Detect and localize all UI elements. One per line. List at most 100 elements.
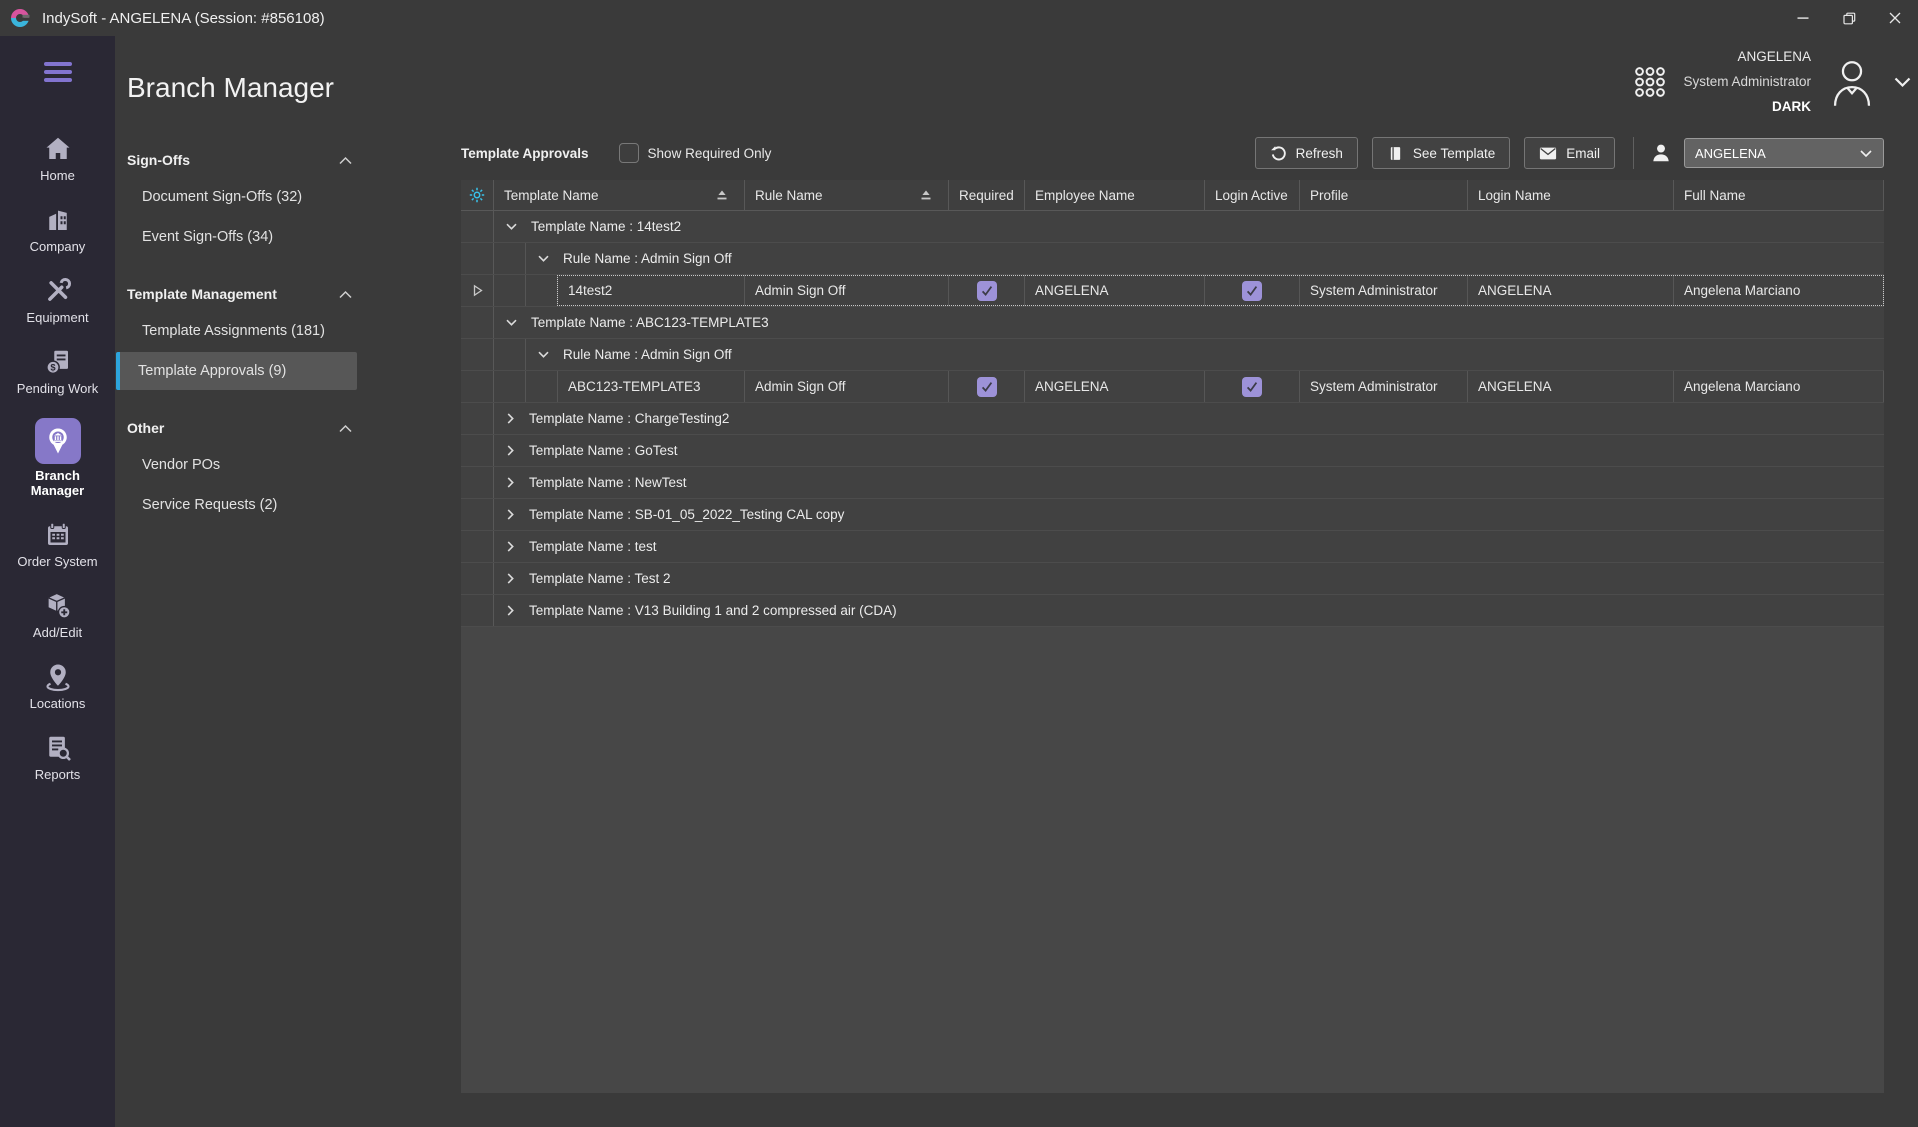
sidebar-item-reports[interactable]: Reports [0, 727, 115, 788]
data-row[interactable]: 14test2 Admin Sign Off ANGELENA System A… [461, 275, 1884, 307]
chevron-down-icon[interactable] [505, 221, 518, 232]
cell-profile[interactable]: System Administrator [1300, 275, 1468, 306]
section-header-sign-offs[interactable]: Sign-Offs [115, 144, 375, 176]
group-row-rule[interactable]: Rule Name : Admin Sign Off [461, 243, 1884, 275]
app-grid-icon[interactable] [1633, 65, 1667, 99]
nav-item-service-requests[interactable]: Service Requests (2) [116, 486, 357, 524]
checkbox-checked[interactable] [1242, 377, 1262, 397]
cell-full-name[interactable]: Angelena Marciano [1674, 275, 1884, 306]
column-header-full-name[interactable]: Full Name [1674, 180, 1884, 210]
section-header-other[interactable]: Other [115, 412, 375, 444]
restore-button[interactable] [1826, 0, 1872, 36]
column-header-login-active[interactable]: Login Active [1205, 180, 1300, 210]
group-row-template-collapsed[interactable]: Template Name : V13 Building 1 and 2 com… [461, 595, 1884, 627]
sidebar-item-company[interactable]: Company [0, 199, 115, 260]
user-menu-chevron-icon[interactable] [1893, 76, 1912, 88]
cell-template-name[interactable]: ABC123-TEMPLATE3 [558, 371, 745, 402]
home-icon [43, 134, 73, 164]
group-row-template-collapsed[interactable]: Template Name : test [461, 531, 1884, 563]
section-sign-offs: Sign-Offs Document Sign-Offs (32) Event … [115, 144, 375, 256]
user-role: System Administrator [1683, 69, 1811, 94]
sidebar-item-branch-manager[interactable]: Branch Manager [0, 412, 115, 504]
cell-login-name[interactable]: ANGELENA [1468, 275, 1674, 306]
group-row-template-collapsed[interactable]: Template Name : SB-01_05_2022_Testing CA… [461, 499, 1884, 531]
avatar[interactable] [1827, 56, 1877, 108]
section-template-management: Template Management Template Assignments… [115, 278, 375, 390]
see-template-button[interactable]: See Template [1372, 137, 1510, 169]
chevron-right-icon[interactable] [505, 572, 516, 585]
grid-options-cell[interactable] [461, 180, 494, 210]
cell-required[interactable] [949, 275, 1025, 306]
chevron-up-icon [338, 156, 353, 165]
cell-required[interactable] [949, 371, 1025, 402]
close-button[interactable] [1872, 0, 1918, 36]
chevron-right-icon[interactable] [505, 604, 516, 617]
sidebar-item-equipment[interactable]: Equipment [0, 270, 115, 331]
chevron-right-icon[interactable] [505, 476, 516, 489]
chevron-up-icon [338, 290, 353, 299]
chevron-down-icon[interactable] [537, 253, 550, 264]
sidebar-item-order-system[interactable]: Order System [0, 514, 115, 575]
sidebar-item-locations[interactable]: Locations [0, 656, 115, 717]
minimize-button[interactable] [1780, 0, 1826, 36]
template-approvals-grid: Template Name Rule Name Required Employe… [461, 180, 1884, 1093]
show-required-only-checkbox[interactable]: Show Required Only [619, 143, 772, 163]
nav-item-vendor-pos[interactable]: Vendor POs [116, 446, 357, 484]
column-header-required[interactable]: Required [949, 180, 1025, 210]
sun-marker-icon [468, 186, 486, 204]
column-header-template-name[interactable]: Template Name [494, 180, 745, 210]
section-other: Other Vendor POs Service Requests (2) [115, 412, 375, 524]
cell-login-active[interactable] [1205, 275, 1300, 306]
group-row-template-collapsed[interactable]: Template Name : Test 2 [461, 563, 1884, 595]
column-header-rule-name[interactable]: Rule Name [745, 180, 949, 210]
person-icon [1650, 142, 1672, 164]
toolbar-heading: Template Approvals [461, 146, 589, 161]
section-header-template-management[interactable]: Template Management [115, 278, 375, 310]
checkbox-unchecked[interactable] [619, 143, 639, 163]
chevron-right-icon[interactable] [505, 540, 516, 553]
cell-template-name[interactable]: 14test2 [558, 275, 745, 306]
chevron-up-icon [338, 424, 353, 433]
nav-item-template-assignments[interactable]: Template Assignments (181) [116, 312, 357, 350]
cell-login-active[interactable] [1205, 371, 1300, 402]
group-row-template-collapsed[interactable]: Template Name : ChargeTesting2 [461, 403, 1884, 435]
group-row-template[interactable]: Template Name : ABC123-TEMPLATE3 [461, 307, 1884, 339]
sidebar-item-add-edit[interactable]: Add/Edit [0, 585, 115, 646]
cell-login-name[interactable]: ANGELENA [1468, 371, 1674, 402]
cell-employee-name[interactable]: ANGELENA [1025, 275, 1205, 306]
nav-item-document-sign-offs[interactable]: Document Sign-Offs (32) [116, 178, 357, 216]
cell-employee-name[interactable]: ANGELENA [1025, 371, 1205, 402]
checkbox-checked[interactable] [977, 377, 997, 397]
column-header-login-name[interactable]: Login Name [1468, 180, 1674, 210]
checkbox-checked[interactable] [977, 281, 997, 301]
refresh-button[interactable]: Refresh [1255, 137, 1358, 169]
cell-full-name[interactable]: Angelena Marciano [1674, 371, 1884, 402]
chevron-right-icon[interactable] [505, 444, 516, 457]
cell-rule-name[interactable]: Admin Sign Off [745, 371, 949, 402]
email-button[interactable]: Email [1524, 137, 1615, 169]
chevron-right-icon[interactable] [505, 508, 516, 521]
chevron-down-icon[interactable] [537, 349, 550, 360]
main-sidebar: Home Company [0, 36, 115, 1127]
hamburger-menu-button[interactable] [0, 62, 115, 82]
group-row-rule[interactable]: Rule Name : Admin Sign Off [461, 339, 1884, 371]
group-row-template-collapsed[interactable]: Template Name : GoTest [461, 435, 1884, 467]
group-row-template[interactable]: Template Name : 14test2 [461, 211, 1884, 243]
sidebar-item-home[interactable]: Home [0, 128, 115, 189]
group-row-template-collapsed[interactable]: Template Name : NewTest [461, 467, 1884, 499]
chevron-down-icon[interactable] [505, 317, 518, 328]
app-logo-icon [10, 8, 30, 28]
cell-rule-name[interactable]: Admin Sign Off [745, 275, 949, 306]
nav-item-event-sign-offs[interactable]: Event Sign-Offs (34) [116, 218, 357, 256]
cell-profile[interactable]: System Administrator [1300, 371, 1468, 402]
checkbox-checked[interactable] [1242, 281, 1262, 301]
theme-label: DARK [1772, 94, 1811, 119]
chevron-right-icon[interactable] [505, 412, 516, 425]
column-header-profile[interactable]: Profile [1300, 180, 1468, 210]
page-title: Branch Manager [127, 72, 375, 104]
nav-item-template-approvals[interactable]: Template Approvals (9) [116, 352, 357, 390]
column-header-employee-name[interactable]: Employee Name [1025, 180, 1205, 210]
sidebar-item-pending-work[interactable]: $ Pending Work [0, 341, 115, 402]
approver-select[interactable]: ANGELENA [1684, 138, 1884, 168]
data-row[interactable]: ABC123-TEMPLATE3 Admin Sign Off ANGELENA… [461, 371, 1884, 403]
